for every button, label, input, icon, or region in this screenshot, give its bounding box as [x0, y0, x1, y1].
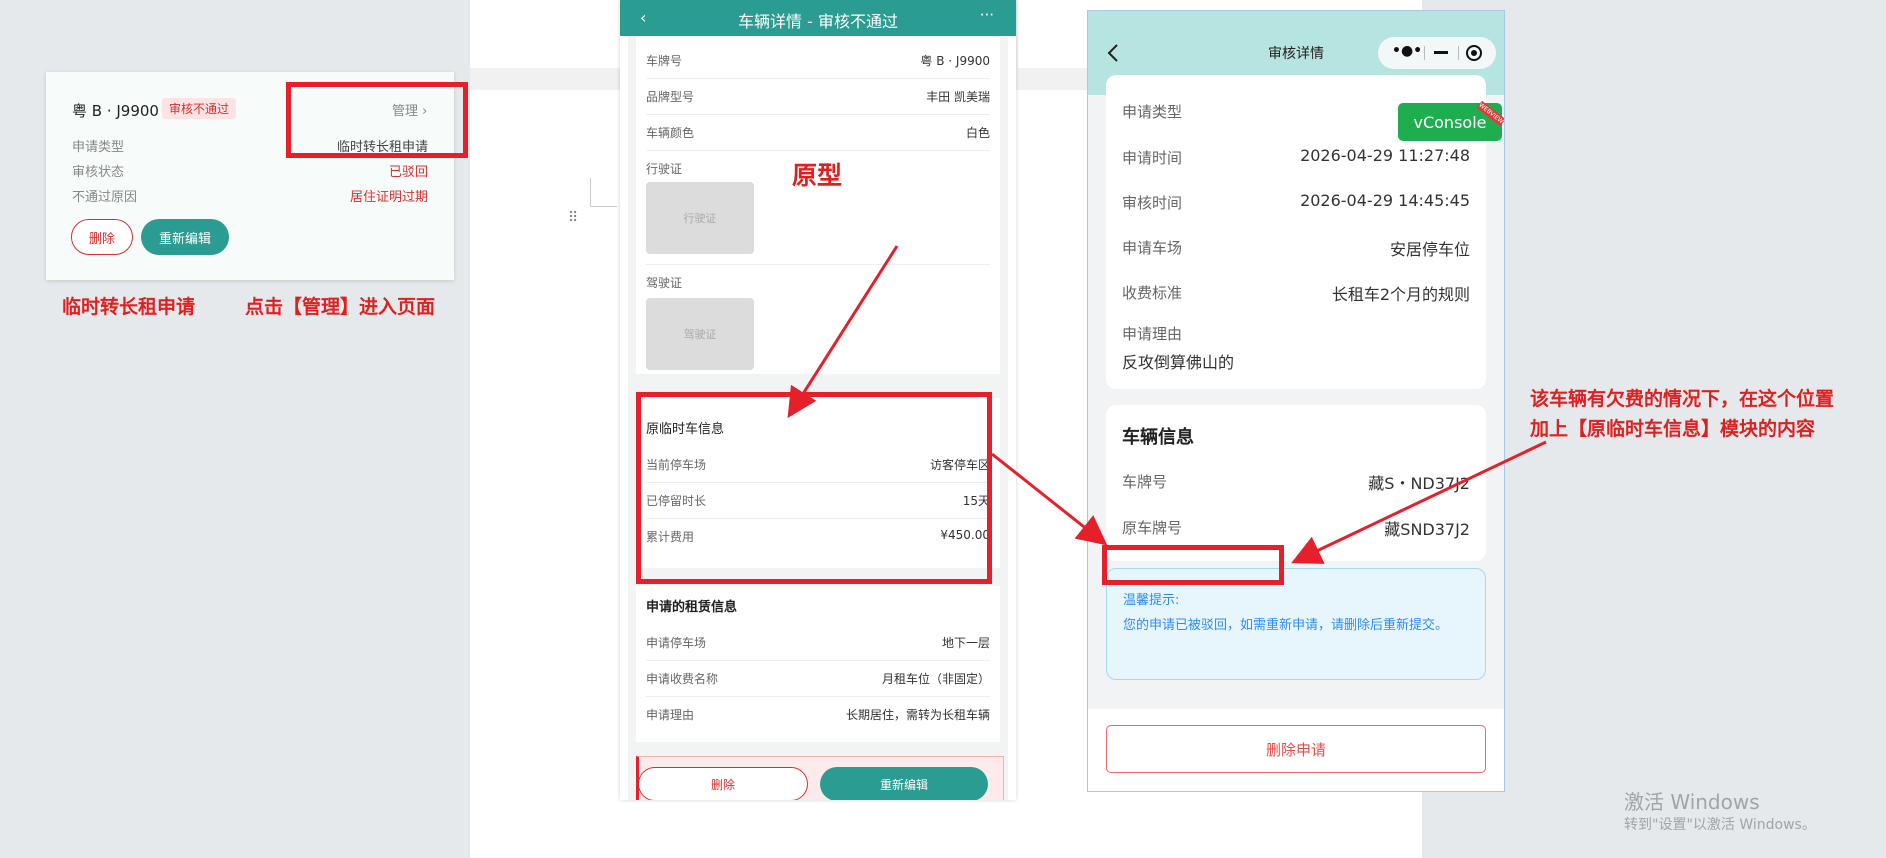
watermark-title: 激活 Windows	[1624, 790, 1760, 814]
arrow-to-insert-position	[991, 452, 1108, 546]
arrow-from-annotation	[1291, 440, 1547, 564]
arrow-to-original-temp	[787, 245, 899, 419]
annotation-arrows	[787, 245, 1547, 564]
watermark-subtitle: 转到"设置"以激活 Windows。	[1624, 817, 1816, 833]
